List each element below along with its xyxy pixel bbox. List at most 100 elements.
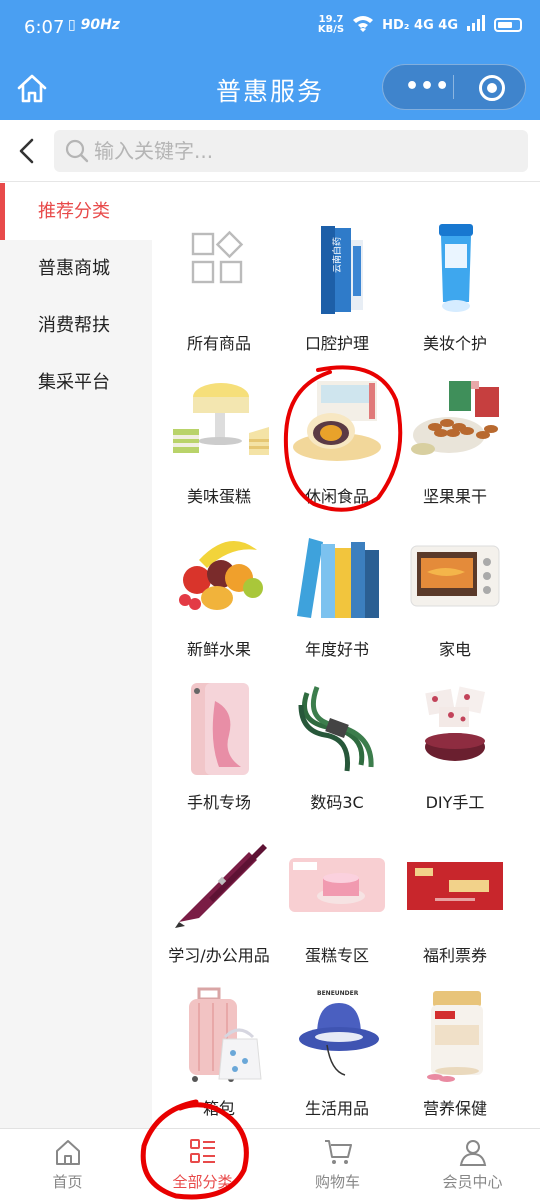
tab-label: 全部分类 [172, 1173, 233, 1191]
category-label: 新鲜水果 [186, 640, 251, 659]
nuts-image [405, 375, 505, 471]
user-icon [458, 1137, 488, 1167]
oven-image [405, 528, 505, 624]
category-nutrition[interactable]: 营养保健 [396, 987, 514, 1140]
category-all-products[interactable]: 所有商品 [160, 222, 278, 375]
sidebar-item-label: 普惠商城 [38, 258, 110, 279]
cake-image [169, 375, 269, 471]
wifi-icon [352, 14, 374, 36]
category-label: 美味蛋糕 [186, 487, 251, 506]
sidebar-item-procurement[interactable]: 集采平台 [0, 354, 152, 411]
category-snacks[interactable]: 休闲食品 [278, 375, 396, 528]
category-label: 坚果果干 [422, 487, 487, 506]
sidebar-item-puhui-mall[interactable]: 普惠商城 [0, 240, 152, 297]
nougat-image [405, 681, 505, 777]
category-label: 口腔护理 [304, 334, 369, 353]
sidebar-item-label: 消费帮扶 [38, 315, 110, 336]
sidebar-item-label: 推荐分类 [38, 201, 110, 222]
category-cake-zone[interactable]: 蛋糕专区 [278, 834, 396, 987]
signal-icon [466, 15, 486, 35]
category-nuts[interactable]: 坚果果干 [396, 375, 514, 528]
cart-icon [323, 1137, 353, 1167]
bottom-tab-bar: 首页 全部分类 购物车 会员中心 [0, 1128, 540, 1200]
category-label: 家电 [438, 640, 471, 659]
toothpaste-image: 云南白药 [287, 222, 387, 318]
miniprogram-capsule: ••• [382, 64, 526, 110]
category-oral-care[interactable]: 云南白药 口腔护理 [278, 222, 396, 375]
category-cakes[interactable]: 美味蛋糕 [160, 375, 278, 528]
sidebar-item-label: 集采平台 [38, 372, 110, 393]
vibrate-icon: ▯ [68, 17, 76, 33]
capsule-divider [453, 75, 454, 99]
category-list-icon [188, 1137, 218, 1167]
category-label: 所有商品 [186, 334, 251, 353]
category-beauty[interactable]: 美妆个护 [396, 222, 514, 375]
app-root: 6:07 ▯ 90Hz 19.7 KB/S HD₂ 4G 4G 普惠服务 •••… [0, 0, 540, 1200]
category-fresh-fruit[interactable]: 新鲜水果 [160, 528, 278, 681]
network-speed: 19.7 KB/S [318, 15, 344, 35]
books-image [287, 528, 387, 624]
home-icon [53, 1137, 83, 1167]
tab-label: 首页 [52, 1173, 83, 1191]
supplement-jar-image [405, 987, 505, 1083]
category-diy[interactable]: DIY手工 [396, 681, 514, 834]
category-label: 美妆个护 [422, 334, 487, 353]
sidebar-item-consumption-aid[interactable]: 消费帮扶 [0, 297, 152, 354]
tab-all-categories[interactable]: 全部分类 [135, 1129, 270, 1200]
battery-icon [494, 18, 522, 32]
category-books[interactable]: 年度好书 [278, 528, 396, 681]
fruit-image [169, 528, 269, 624]
back-chevron-icon[interactable] [14, 136, 40, 166]
bucket-hat-image: BENEUNDER [287, 987, 387, 1083]
category-label: DIY手工 [425, 793, 485, 812]
search-icon [64, 138, 90, 164]
category-label: 营养保健 [422, 1099, 487, 1118]
status-time: 6:07 [24, 17, 65, 38]
category-label: 休闲食品 [304, 487, 369, 506]
search-input[interactable] [94, 134, 514, 168]
category-stationery[interactable]: 学习/办公用品 [160, 834, 278, 987]
tab-cart[interactable]: 购物车 [270, 1129, 405, 1200]
category-label: 学习/办公用品 [168, 946, 270, 965]
cable-image [287, 681, 387, 777]
cake-card-image [287, 834, 387, 930]
category-label: 福利票券 [422, 946, 487, 965]
sidebar-item-recommended[interactable]: 推荐分类 [0, 183, 152, 240]
svg-text:BENEUNDER: BENEUNDER [317, 990, 359, 997]
category-sidebar: 推荐分类 普惠商城 消费帮扶 集采平台 [0, 183, 152, 1128]
pastry-image [287, 375, 387, 471]
refresh-rate: ▯ 90Hz [68, 17, 120, 33]
cleanser-tube-image [405, 222, 505, 318]
phone-image [169, 681, 269, 777]
category-label: 年度好书 [304, 640, 369, 659]
category-appliances[interactable]: 家电 [396, 528, 514, 681]
category-label: 箱包 [202, 1099, 235, 1118]
grid-icon [169, 222, 269, 318]
category-label: 数码3C [310, 793, 364, 812]
network-speed-unit: KB/S [317, 24, 345, 35]
category-bags[interactable]: 箱包 [160, 987, 278, 1140]
voucher-image [405, 834, 505, 930]
title-bar: 普惠服务 ••• [0, 56, 540, 120]
luggage-image [169, 987, 269, 1083]
status-bar: 6:07 ▯ 90Hz 19.7 KB/S HD₂ 4G 4G [0, 0, 540, 56]
category-digital[interactable]: 数码3C [278, 681, 396, 834]
close-miniprogram-icon[interactable] [479, 75, 505, 101]
status-right: 19.7 KB/S HD₂ 4G 4G [318, 14, 522, 36]
category-label: 生活用品 [304, 1099, 369, 1118]
category-grid: 所有商品 云南白药 口腔护理 美妆个护 美味蛋糕 休闲食品 坚果果干 新鲜水果 … [160, 222, 540, 1140]
tab-label: 会员中心 [442, 1173, 503, 1191]
category-phones[interactable]: 手机专场 [160, 681, 278, 834]
tab-home[interactable]: 首页 [0, 1129, 135, 1200]
svg-text:云南白药: 云南白药 [331, 237, 343, 273]
category-vouchers[interactable]: 福利票券 [396, 834, 514, 987]
more-options-icon[interactable]: ••• [405, 76, 450, 98]
search-box[interactable] [54, 130, 528, 172]
category-label: 蛋糕专区 [304, 946, 369, 965]
tab-member-center[interactable]: 会员中心 [405, 1129, 540, 1200]
pen-image [169, 834, 269, 930]
category-label: 手机专场 [186, 793, 251, 812]
refresh-rate-text: 90Hz [80, 17, 120, 33]
tab-label: 购物车 [314, 1173, 360, 1191]
category-daily-goods[interactable]: BENEUNDER 生活用品 [278, 987, 396, 1140]
